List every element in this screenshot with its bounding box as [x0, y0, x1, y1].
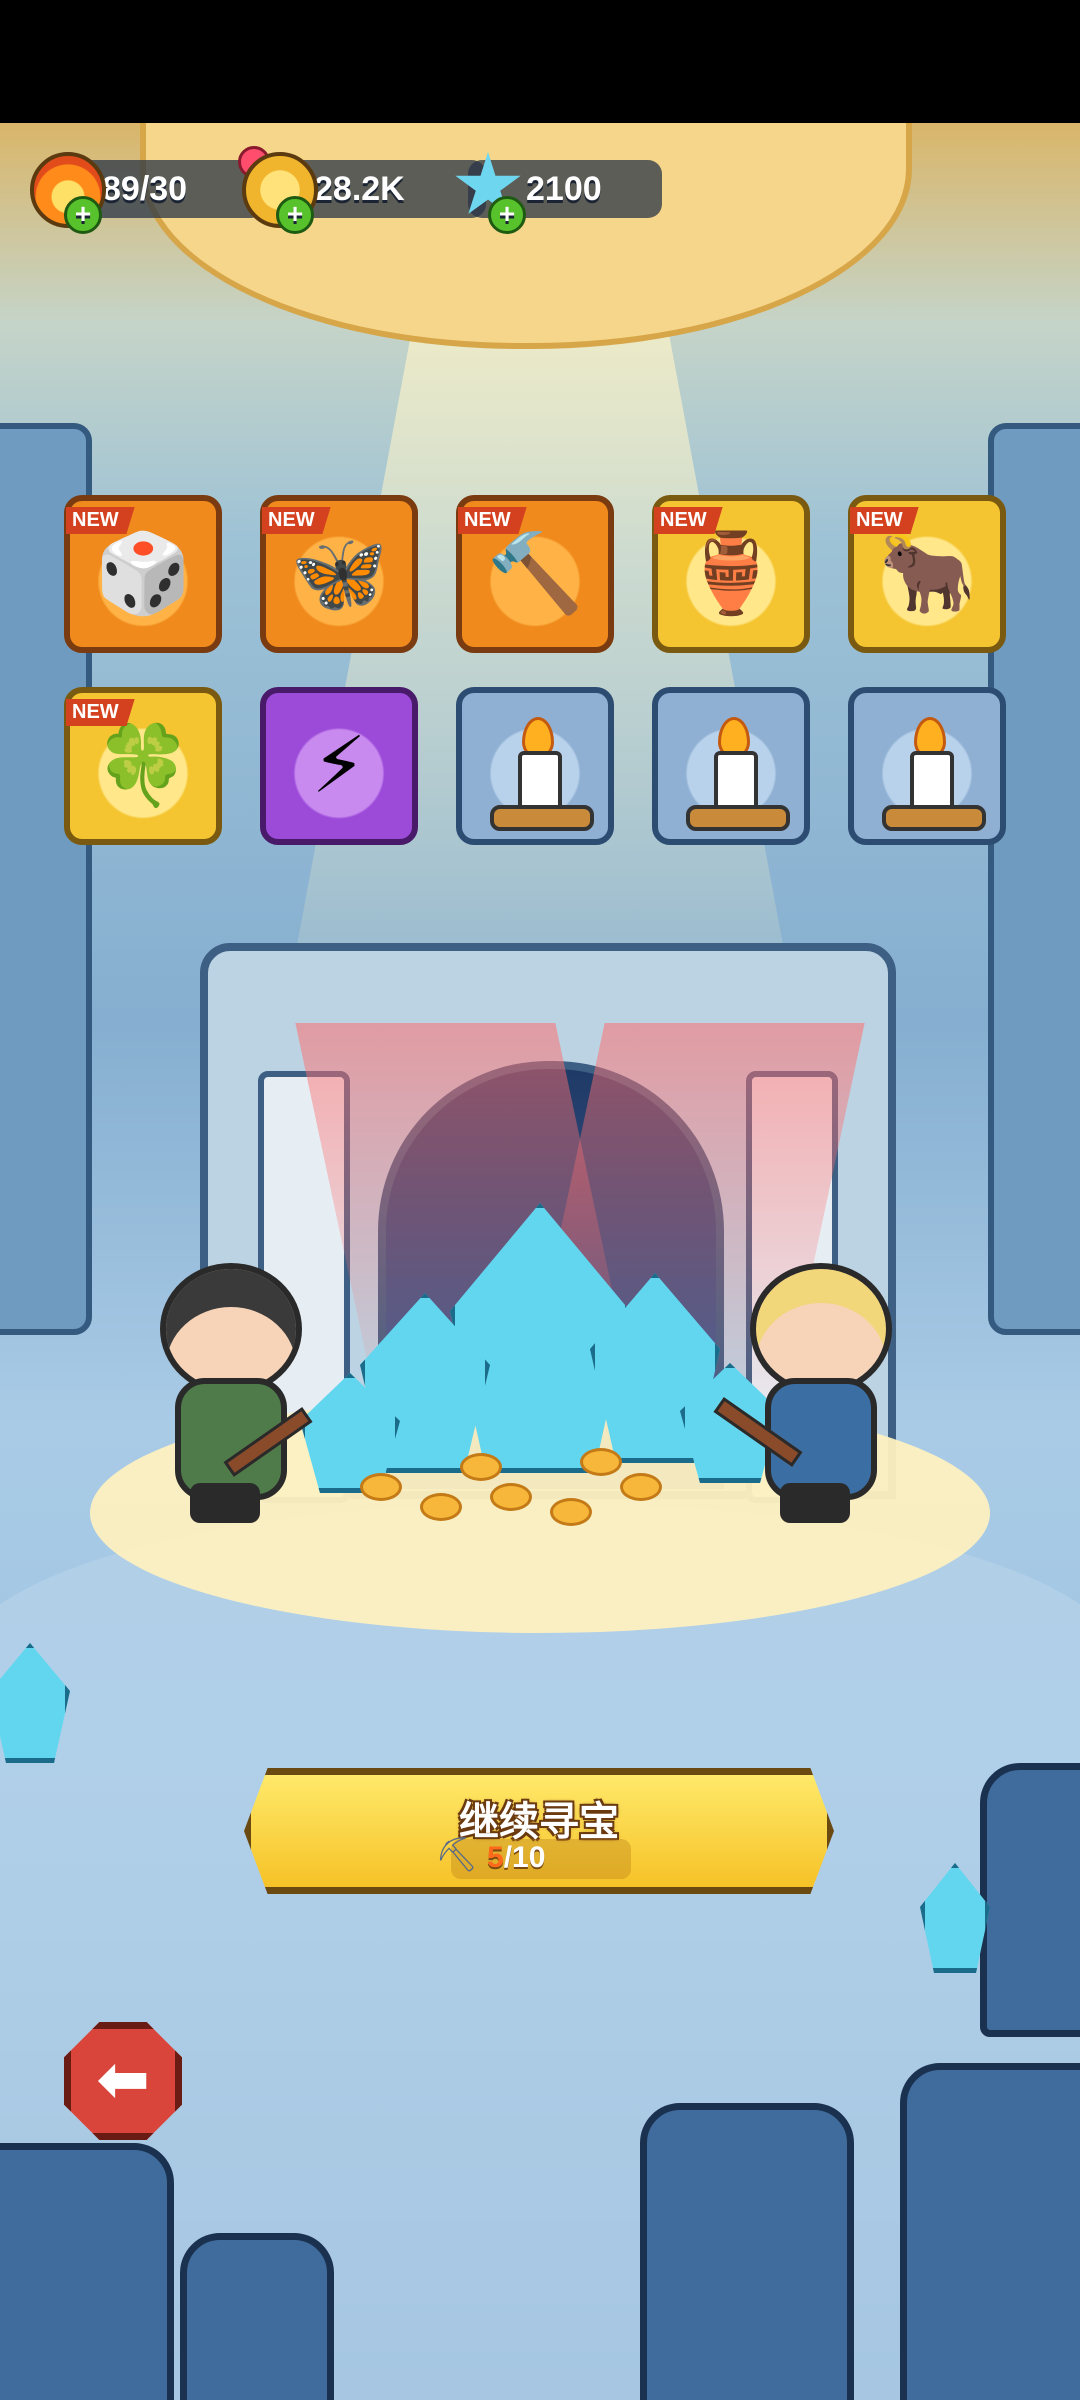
foreground-rock: [180, 2233, 334, 2400]
gold-counter[interactable]: + 28.2K: [242, 152, 486, 234]
foreground-rock: [980, 1763, 1080, 2037]
gold-coin: [620, 1473, 662, 1501]
character-legs: [190, 1483, 260, 1523]
add-energy-icon[interactable]: +: [64, 196, 102, 234]
candle-holder-icon: [490, 805, 594, 831]
reward-grid: 🎲 NEW 🦋 NEW 🔨 NEW 🏺 NEW 🐂 NEW 🍀 NEW ⚡: [64, 495, 1020, 855]
pickaxe-total: /10: [503, 1841, 546, 1874]
pickaxe-current: 5: [487, 1841, 504, 1874]
pickaxe-counter: ⛏ 5/10: [435, 1835, 631, 1879]
new-badge: NEW: [262, 507, 331, 534]
reward-slot[interactable]: 🍀 NEW: [64, 687, 222, 845]
gold-coin: [490, 1483, 532, 1511]
energy-counter[interactable]: + 89/30: [30, 146, 270, 234]
add-gems-icon[interactable]: +: [488, 196, 526, 234]
pickaxe-icon: ⛏: [435, 1835, 479, 1875]
miner-girl-character: [713, 1263, 892, 1523]
add-gold-icon[interactable]: +: [276, 196, 314, 234]
status-bar: [0, 0, 1080, 123]
reward-slot[interactable]: 🐂 NEW: [848, 495, 1006, 653]
reward-slot[interactable]: 🦋 NEW: [260, 495, 418, 653]
new-badge: NEW: [66, 699, 135, 726]
continue-treasure-hunt-button[interactable]: 继续寻宝 ⛏ 5/10: [244, 1768, 834, 1894]
new-badge: NEW: [66, 507, 135, 534]
gold-value: 28.2K: [314, 170, 405, 208]
reward-slot[interactable]: 🏺 NEW: [652, 495, 810, 653]
new-badge: NEW: [458, 507, 527, 534]
foreground-rock: [640, 2103, 854, 2400]
foreground-rock: [0, 2143, 174, 2400]
gold-coin: [550, 1498, 592, 1526]
reward-slot[interactable]: 🔨 NEW: [456, 495, 614, 653]
reward-slot[interactable]: [652, 687, 810, 845]
character-legs: [780, 1483, 850, 1523]
pickaxe-counter-text: 5/10: [487, 1841, 545, 1875]
gem-counter[interactable]: + 2100: [455, 152, 662, 234]
candle-holder-icon: [882, 805, 986, 831]
lightning-card-icon: ⚡: [311, 721, 367, 811]
crystal-pile: [300, 1203, 780, 1526]
gem-value: 2100: [526, 170, 602, 208]
reward-slot[interactable]: [456, 687, 614, 845]
character-head: [750, 1263, 892, 1395]
reward-slot[interactable]: ⚡: [260, 687, 418, 845]
gold-coin: [420, 1493, 462, 1521]
reward-slot[interactable]: [848, 687, 1006, 845]
gold-coin: [360, 1473, 402, 1501]
character-head: [160, 1263, 302, 1395]
new-badge: NEW: [654, 507, 723, 534]
miner-boy-character: [150, 1263, 313, 1523]
resource-bar: + 89/30 + 28.2K + 2100: [0, 146, 1080, 234]
energy-value: 89/30: [102, 170, 188, 208]
candle-holder-icon: [686, 805, 790, 831]
foreground-rock: [900, 2063, 1080, 2400]
gold-coin: [580, 1448, 622, 1476]
back-arrow-icon: ⬅: [96, 2043, 150, 2117]
gold-coin: [460, 1453, 502, 1481]
reward-slot[interactable]: 🎲 NEW: [64, 495, 222, 653]
new-badge: NEW: [850, 507, 919, 534]
